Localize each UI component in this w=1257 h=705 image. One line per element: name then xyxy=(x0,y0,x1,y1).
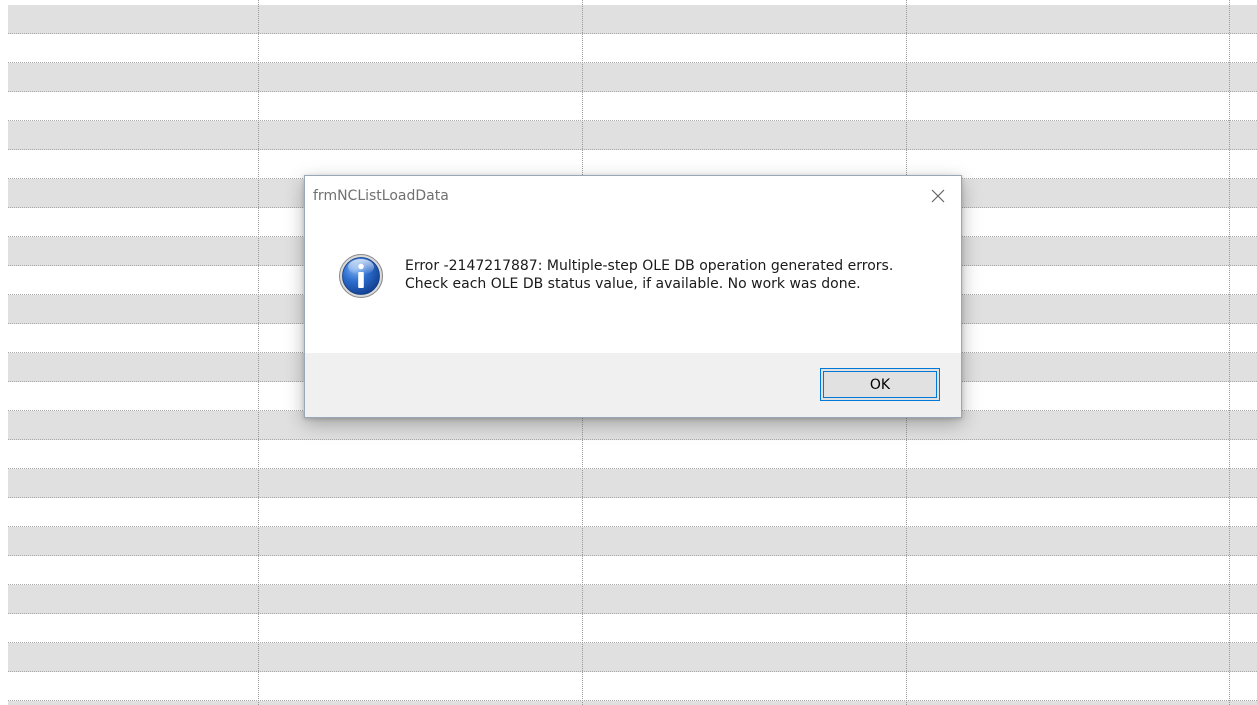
grid-row[interactable] xyxy=(0,614,1257,643)
grid-column-divider xyxy=(258,0,259,705)
dialog-footer: OK xyxy=(305,353,961,417)
dialog-title-bar[interactable]: frmNCListLoadData xyxy=(305,176,961,218)
grid-row[interactable] xyxy=(0,34,1257,63)
grid-row[interactable] xyxy=(0,92,1257,121)
grid-column-divider xyxy=(1229,0,1230,705)
close-icon xyxy=(931,189,945,203)
grid-row[interactable] xyxy=(0,672,1257,701)
grid-row[interactable] xyxy=(0,469,1257,498)
dialog-content: Error -2147217887: Multiple-step OLE DB … xyxy=(305,218,961,353)
grid-row[interactable] xyxy=(0,440,1257,469)
grid-row[interactable] xyxy=(0,701,1257,705)
grid-row[interactable] xyxy=(0,5,1257,34)
ok-button[interactable]: OK xyxy=(820,368,940,401)
grid-row[interactable] xyxy=(0,585,1257,614)
information-icon xyxy=(339,254,383,298)
close-button[interactable] xyxy=(915,176,961,216)
grid-row[interactable] xyxy=(0,643,1257,672)
grid-row[interactable] xyxy=(0,121,1257,150)
message-dialog: frmNCListLoadData Error -2147217887: Mul… xyxy=(304,175,962,418)
error-message: Error -2147217887: Multiple-step OLE DB … xyxy=(405,258,894,292)
ok-button-label: OK xyxy=(869,376,891,393)
grid-row[interactable] xyxy=(0,556,1257,585)
dialog-title: frmNCListLoadData xyxy=(313,188,449,204)
grid-row[interactable] xyxy=(0,527,1257,556)
grid-row[interactable] xyxy=(0,498,1257,527)
grid-left-margin xyxy=(0,0,8,705)
grid-row[interactable] xyxy=(0,63,1257,92)
